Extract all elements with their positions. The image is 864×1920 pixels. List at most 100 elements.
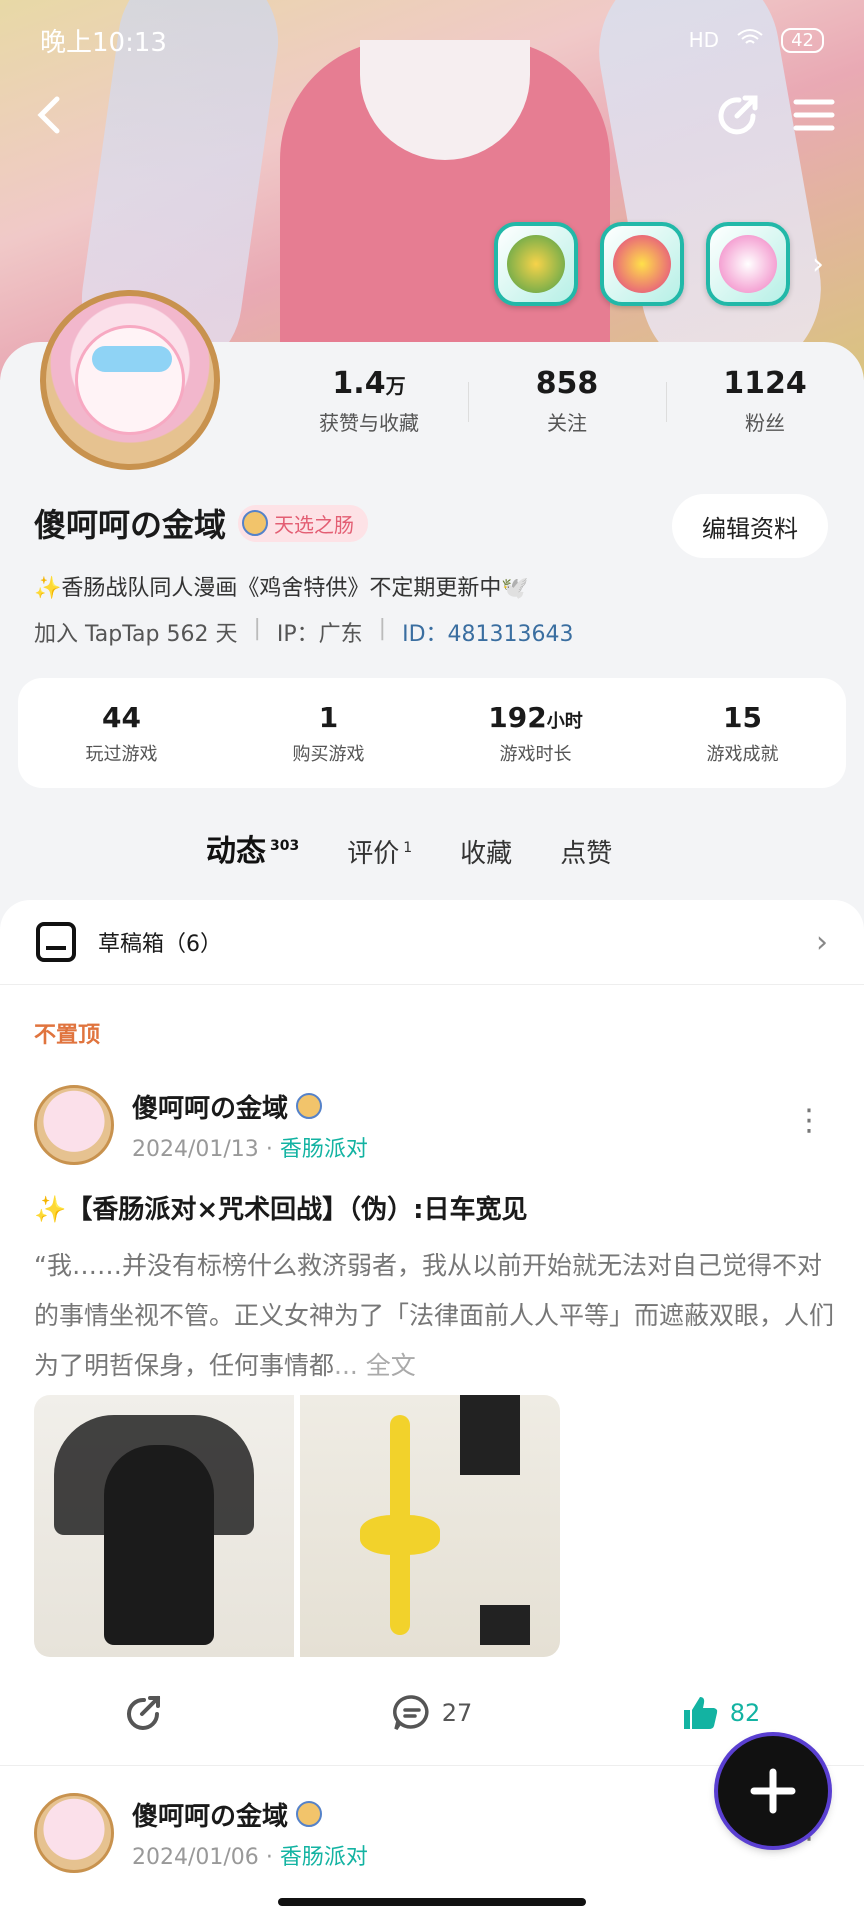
like-icon [683, 1697, 717, 1729]
tab-label: 收藏 [460, 839, 513, 869]
game-badge[interactable] [494, 222, 578, 306]
post-header: 傻呵呵の金域 2024/01/06 · 香肠派对 [34, 1793, 368, 1873]
tab-reviews[interactable]: 评价 1 [347, 833, 412, 870]
comment-count: 27 [441, 1699, 473, 1727]
post-image[interactable] [300, 1395, 560, 1657]
post-date: 2024/01/13 [132, 1136, 259, 1162]
battery-indicator: 42 [781, 27, 824, 53]
tag-label: 天选之肠 [274, 512, 355, 537]
home-indicator[interactable] [278, 1898, 586, 1906]
game-stat-playtime[interactable]: 192小时 游戏时长 [432, 701, 639, 766]
stat-label: 游戏时长 [499, 743, 572, 765]
post-images [34, 1395, 560, 1657]
image-art [104, 1445, 214, 1645]
like-count: 82 [729, 1699, 761, 1727]
stat-value: 1124 [723, 366, 807, 401]
tab-liked[interactable]: 点赞 [560, 833, 612, 870]
separator: · [265, 1844, 280, 1870]
avatar-glasses [92, 346, 172, 372]
stat-value: 192 [488, 700, 547, 734]
post-author[interactable]: 傻呵呵の金域 [132, 1088, 368, 1125]
tag-icon [242, 510, 269, 536]
profile-name: 傻呵呵の金域 [34, 506, 227, 544]
inbox-icon [36, 922, 76, 962]
post-excerpt[interactable]: “我……并没有标榜什么救济弱者，我从以前开始就无法对自己觉得不对的事情坐视不管。… [34, 1241, 834, 1391]
profile-meta: 加入 TapTap 562 天 | IP：广东 | ID：481313643 [34, 616, 573, 648]
stat-followers[interactable]: 1124 粉丝 [666, 366, 864, 436]
chevron-right-icon[interactable]: › [812, 247, 824, 282]
plus-icon [750, 1768, 796, 1814]
post-text: “我……并没有标榜什么救济弱者，我从以前开始就无法对自己觉得不对的事情坐视不管。… [34, 1251, 835, 1380]
game-stats: 44 玩过游戏 1 购买游戏 192小时 游戏时长 15 游戏成就 [18, 678, 846, 788]
menu-button[interactable] [784, 85, 844, 145]
avatar[interactable] [34, 1085, 114, 1165]
stat-label: 获赞与收藏 [319, 411, 419, 435]
tab-activity[interactable]: 动态 303 [206, 826, 299, 870]
user-id[interactable]: ID：481313643 [402, 616, 573, 648]
profile-stats: 1.4万 获赞与收藏 858 关注 1124 粉丝 [270, 366, 864, 436]
separator: | [253, 616, 261, 641]
profile-tabs: 动态 303 评价 1 收藏 点赞 [206, 826, 612, 870]
drafts-label: 草稿箱（6） [98, 932, 222, 957]
ip-location: IP：广东 [276, 622, 363, 647]
profile-bio: ✨香肠战队同人漫画《鸡舍特供》不定期更新中🕊️ [34, 576, 529, 601]
separator: · [265, 1136, 280, 1162]
profile-name-row: 傻呵呵の金域 天选之肠 [34, 500, 369, 546]
pinned-label[interactable]: 不置顶 [34, 1017, 100, 1049]
tab-count: 303 [270, 838, 300, 854]
avatar[interactable] [40, 290, 220, 470]
post-image[interactable] [34, 1395, 294, 1657]
tab-label: 动态 [206, 834, 266, 869]
badge-icon [296, 1093, 323, 1119]
stat-likes[interactable]: 1.4万 获赞与收藏 [270, 366, 468, 436]
avatar-face [75, 325, 185, 435]
more-icon[interactable]: ⋮ [794, 1103, 824, 1138]
tab-count: 1 [403, 840, 413, 857]
game-stat-achievements[interactable]: 15 游戏成就 [639, 701, 846, 766]
status-bar: 晚上10:13 HD 42 [0, 0, 864, 80]
author-name: 傻呵呵の金域 [132, 1801, 289, 1832]
stat-label: 玩过游戏 [85, 743, 158, 765]
post-title[interactable]: ✨【香肠派对×咒术回战】（伪）:日车宽见 [34, 1189, 528, 1226]
stat-value: 858 [535, 366, 599, 401]
back-button[interactable] [20, 85, 80, 145]
read-more-link[interactable]: ... 全文 [334, 1351, 416, 1380]
post-topic[interactable]: 香肠派对 [280, 1137, 368, 1162]
tab-favorites[interactable]: 收藏 [460, 833, 512, 870]
post-meta: 2024/01/13 · 香肠派对 [132, 1131, 368, 1163]
drafts-row[interactable]: 草稿箱（6） › [0, 900, 864, 984]
share-button[interactable] [0, 1693, 288, 1733]
back-icon [37, 96, 60, 134]
stat-label: 粉丝 [745, 411, 785, 435]
stat-value: 1.4 [332, 366, 386, 401]
stat-label: 游戏成就 [706, 743, 779, 765]
avatar[interactable] [34, 1793, 114, 1873]
post-topic[interactable]: 香肠派对 [280, 1845, 368, 1870]
separator: | [378, 616, 387, 641]
wifi-icon [737, 28, 763, 53]
game-stat-played[interactable]: 44 玩过游戏 [18, 701, 225, 766]
like-button[interactable]: 82 [576, 1693, 864, 1733]
comment-button[interactable]: 27 [288, 1693, 576, 1733]
stat-value: 1 [318, 700, 339, 734]
stat-value: 15 [723, 700, 762, 734]
create-post-button[interactable] [718, 1736, 828, 1846]
game-badge[interactable] [600, 222, 684, 306]
joined-text: 加入 TapTap 562 天 [34, 622, 238, 647]
image-art [360, 1515, 440, 1555]
post-actions: 27 82 [0, 1693, 864, 1733]
stat-label: 购买游戏 [292, 743, 365, 765]
share-icon [127, 1696, 160, 1730]
profile-tag[interactable]: 天选之肠 [238, 504, 369, 542]
author-name: 傻呵呵の金域 [132, 1093, 289, 1124]
image-art [480, 1605, 530, 1645]
stat-following[interactable]: 858 关注 [468, 366, 666, 436]
edit-profile-button[interactable]: 编辑资料 [672, 494, 828, 558]
menu-icon [793, 99, 835, 131]
game-badge[interactable] [706, 222, 790, 306]
stat-unit: 万 [385, 374, 406, 398]
stat-value: 44 [102, 700, 141, 734]
game-stat-purchased[interactable]: 1 购买游戏 [225, 701, 432, 766]
post-author[interactable]: 傻呵呵の金域 [132, 1796, 368, 1833]
share-button[interactable] [708, 85, 768, 145]
